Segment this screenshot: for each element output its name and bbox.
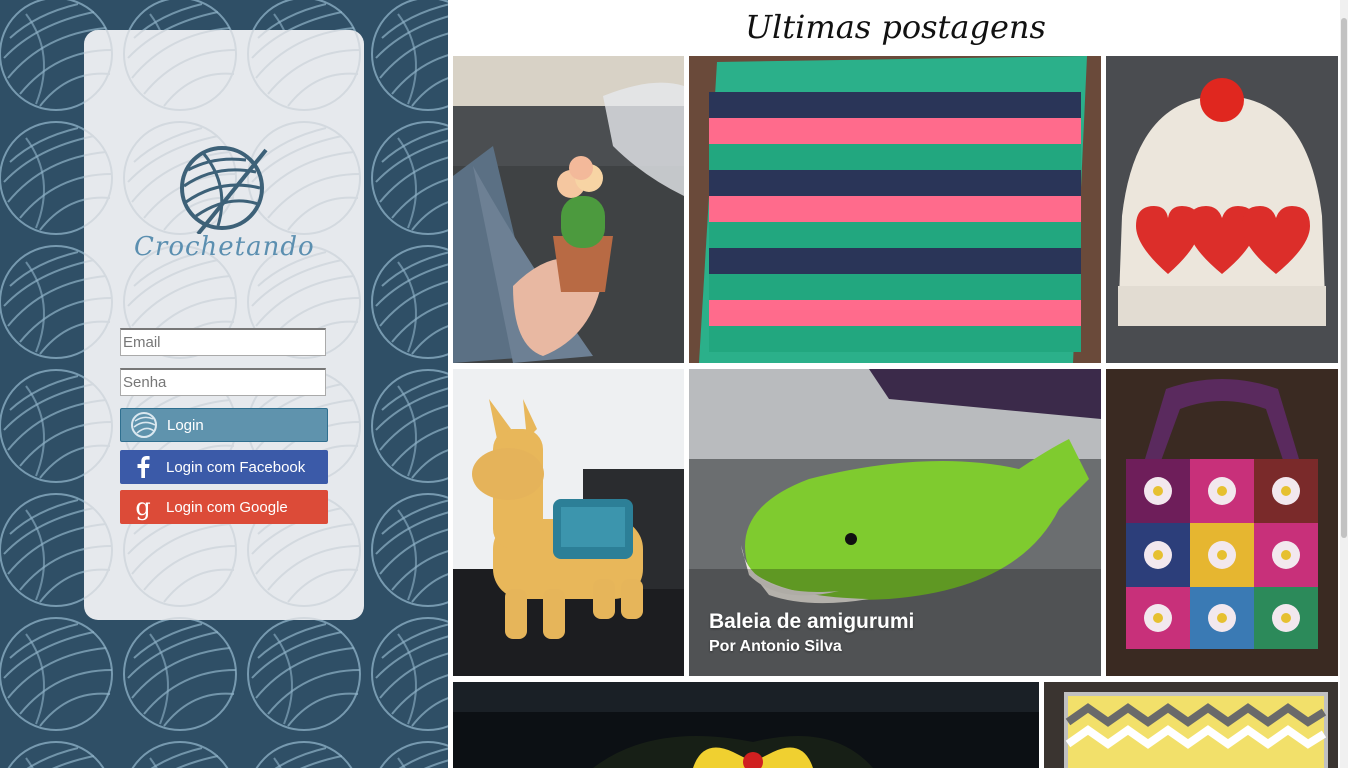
brand-logo: Crochetando <box>134 142 314 282</box>
google-icon: g <box>135 493 151 521</box>
facebook-login-button[interactable]: Login com Facebook <box>120 450 328 484</box>
email-field[interactable] <box>120 328 326 356</box>
card-pattern <box>84 30 364 620</box>
post-image <box>1106 56 1338 363</box>
post-image <box>453 369 684 676</box>
post-tile-whale[interactable]: Baleia de amigurumi Por Antonio Silva <box>689 369 1101 676</box>
login-button-label: Login <box>167 416 204 434</box>
login-card: Crochetando Login Login com Facebook g L… <box>84 30 364 620</box>
featured-caption: Baleia de amigurumi Por Antonio Silva <box>709 610 914 656</box>
post-title[interactable]: Baleia de amigurumi <box>709 610 914 634</box>
post-image <box>1044 682 1338 768</box>
facebook-login-label: Login com Facebook <box>166 458 306 476</box>
post-tile-heart-hat[interactable] <box>1106 56 1338 363</box>
scrollbar-thumb[interactable] <box>1341 18 1347 538</box>
post-tile-amigurumi-bow[interactable] <box>453 682 1039 768</box>
password-field[interactable] <box>120 368 326 396</box>
yarn-ball-logo-icon <box>180 146 268 236</box>
google-login-button[interactable]: g Login com Google <box>120 490 328 524</box>
login-sidebar: Crochetando Login Login com Facebook g L… <box>0 0 448 768</box>
login-button[interactable]: Login <box>120 408 328 442</box>
post-tile-granny-bag[interactable] <box>1106 369 1338 676</box>
post-tile-chevron-blanket[interactable] <box>1044 682 1338 768</box>
post-author: Por Antonio Silva <box>709 638 842 655</box>
facebook-icon <box>120 450 166 484</box>
post-image <box>689 56 1101 363</box>
yarn-ball-icon <box>121 408 167 442</box>
post-tile-cactus[interactable] <box>453 56 684 363</box>
post-image <box>453 682 1039 768</box>
google-login-label: Login com Google <box>166 498 288 516</box>
feed-title: Ultimas postagens <box>745 8 1046 46</box>
post-tile-llama[interactable] <box>453 369 684 676</box>
page-scrollbar[interactable] <box>1340 0 1348 768</box>
brand-name: Crochetando <box>134 232 315 262</box>
post-tile-striped-blanket[interactable] <box>689 56 1101 363</box>
post-image <box>1106 369 1338 676</box>
post-image <box>453 56 684 363</box>
